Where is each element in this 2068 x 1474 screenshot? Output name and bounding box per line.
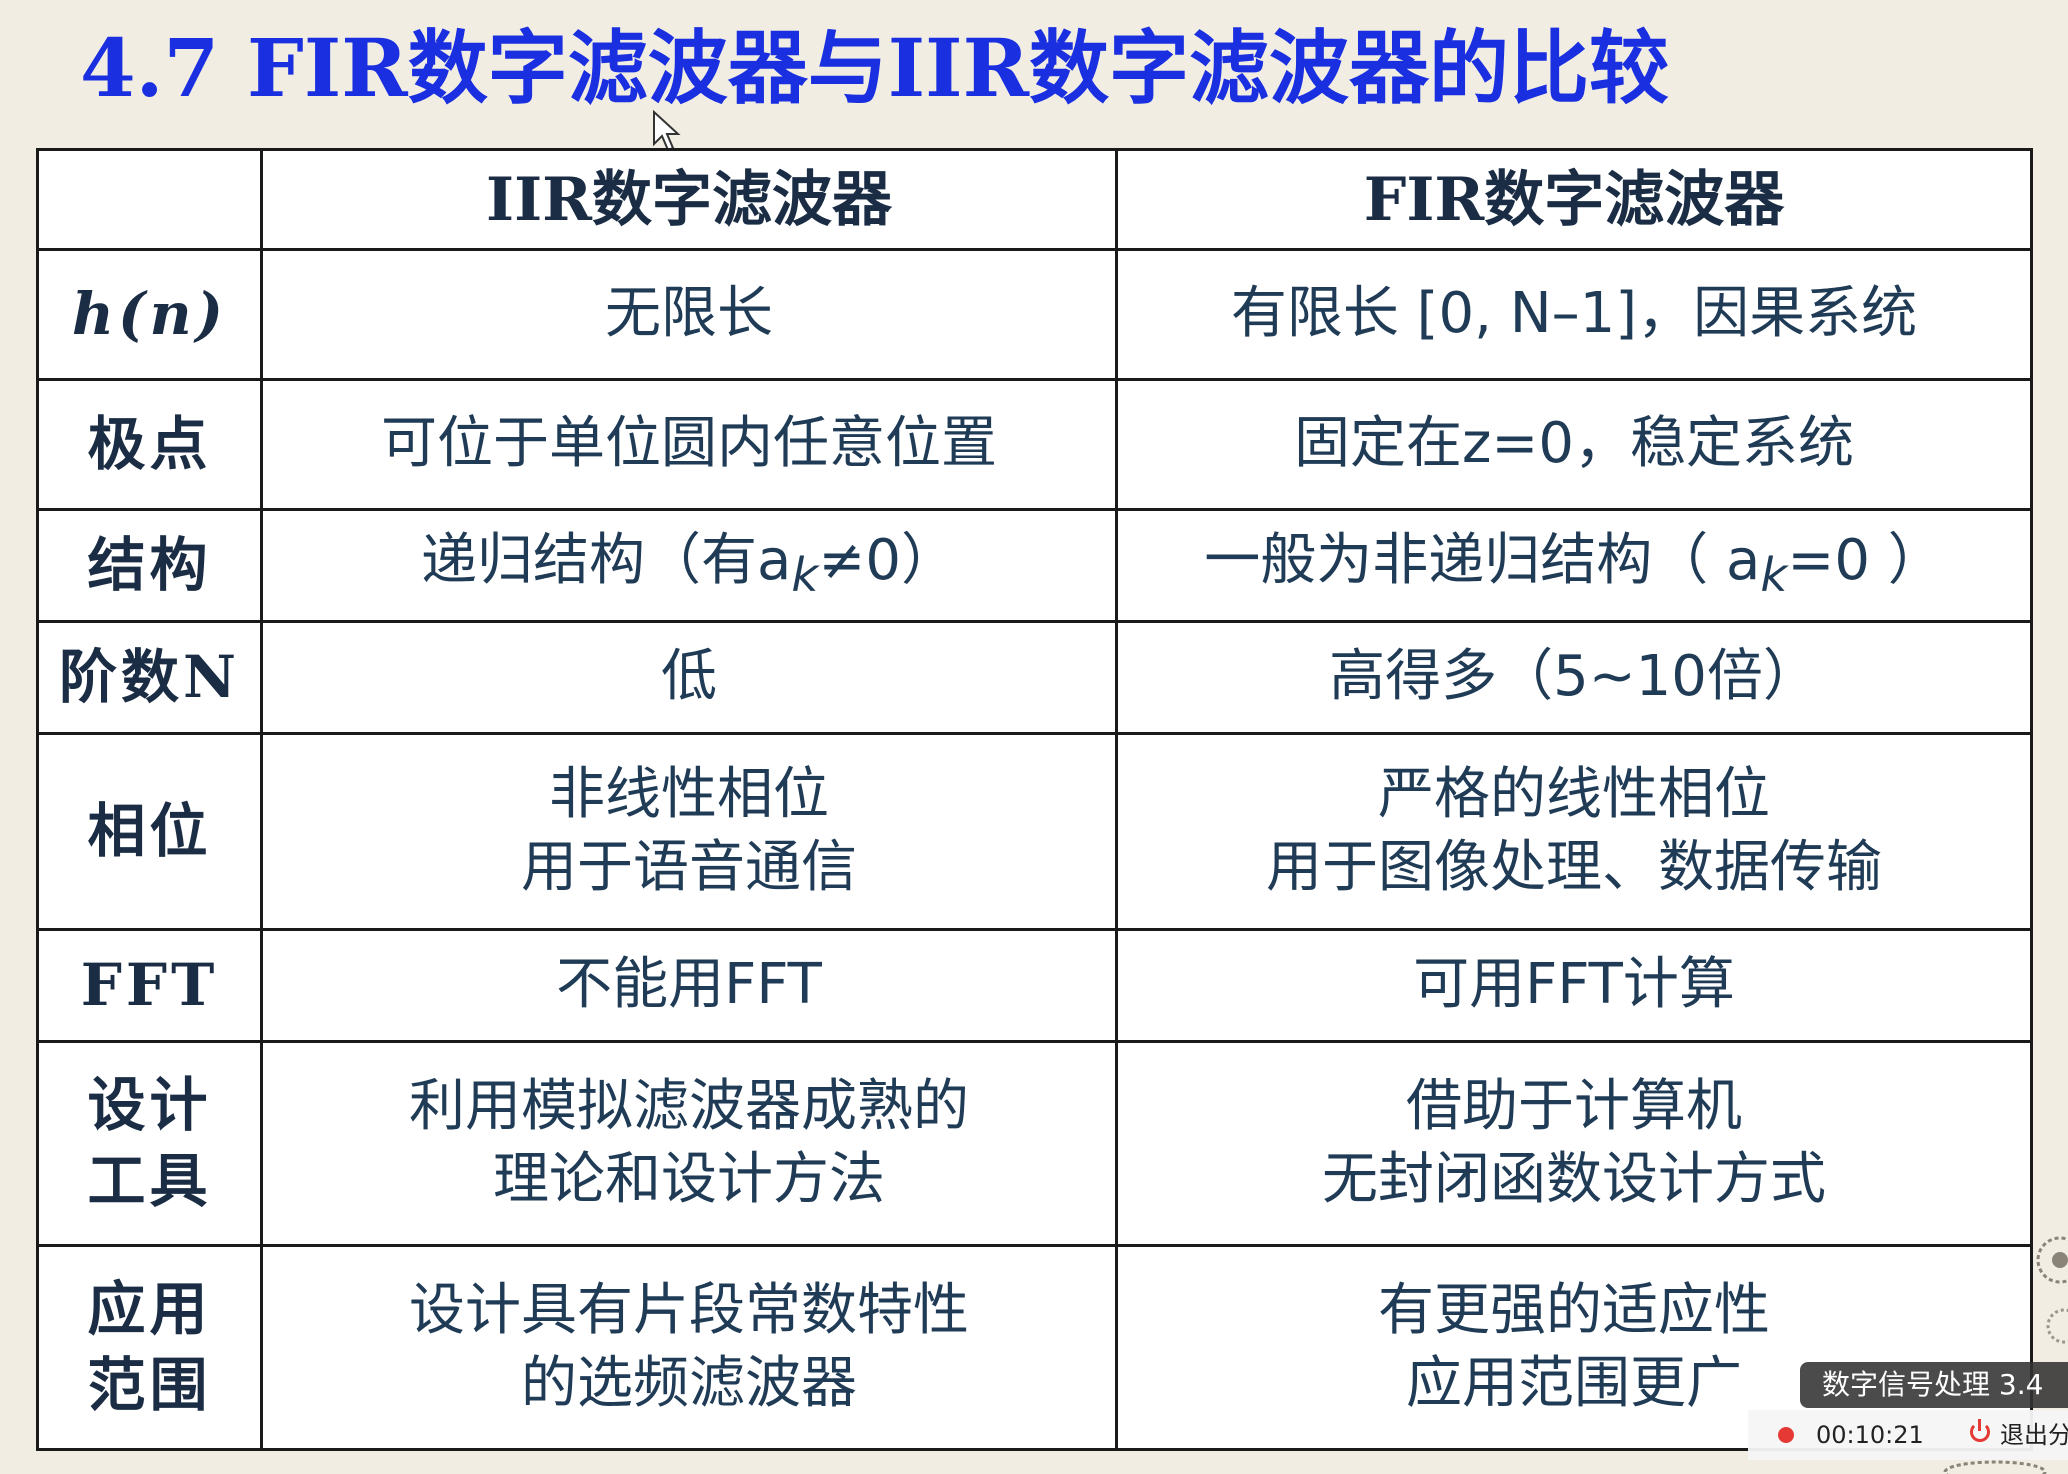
fir-cell: 有限长 [0, N–1]，因果系统 <box>1115 248 2033 381</box>
exit-button[interactable]: 退出分 <box>2000 1410 2068 1460</box>
iir-cell: 非线性相位 用于语音通信 <box>260 732 1118 931</box>
fir-cell-line: 有更强的适应性 <box>1378 1277 1770 1343</box>
iir-cell: 不能用FFT <box>260 928 1118 1043</box>
fir-cell-line: 可用FFT计算 <box>1413 952 1735 1018</box>
iir-cell-line: 理论和设计方法 <box>493 1146 885 1212</box>
fir-cell-line: 借助于计算机 <box>1406 1073 1742 1139</box>
iir-cell-line: 不能用FFT <box>556 952 822 1018</box>
fir-cell-text: =0 ） <box>1787 527 1944 593</box>
iir-cell-line: 的选频滤波器 <box>521 1350 857 1416</box>
power-icon[interactable] <box>1970 1419 1990 1442</box>
row-label-line: 应用 <box>87 1275 212 1344</box>
decorative-flower-icon <box>2036 1236 2068 1344</box>
iir-cell-line: 无限长 <box>605 281 773 347</box>
row-label-line: 极点 <box>87 409 212 478</box>
iir-cell-text: ≠0） <box>818 527 957 593</box>
table-row: 应用 范围 设计具有片段常数特性 的选频滤波器 有更强的适应性 应用范围更广 <box>36 1244 2033 1451</box>
iir-cell-line: 非线性相位 <box>549 761 829 827</box>
row-label-line: 范围 <box>87 1350 212 1419</box>
iir-cell-line: 利用模拟滤波器成熟的 <box>409 1073 969 1139</box>
fir-cell: 高得多（5~10倍） <box>1115 620 2033 735</box>
fir-cell-line: 严格的线性相位 <box>1378 761 1770 827</box>
table-row: 阶数N 低 高得多（5~10倍） <box>36 620 2033 735</box>
table-header-row: IIR数字滤波器 FIR数字滤波器 <box>36 148 2033 251</box>
video-title-overlay: 数字信号处理 3.4 <box>1800 1362 2068 1408</box>
fir-cell-text: 一般为非递归结构（ a <box>1204 527 1761 593</box>
row-label: h(n) <box>36 248 263 381</box>
decorative-flower-bottom-icon <box>1943 1460 2047 1474</box>
row-label-line: 阶数N <box>58 642 241 711</box>
fir-cell: 一般为非递归结构（ ak=0 ） <box>1115 508 2033 623</box>
row-label: 阶数N <box>36 620 263 735</box>
row-label-line: 结构 <box>87 530 212 599</box>
fir-cell: 固定在z=0，稳定系统 <box>1115 378 2033 511</box>
recording-control-bar: 00:10:21 退出分 <box>1748 1410 2068 1460</box>
table-row: 相位 非线性相位 用于语音通信 严格的线性相位 用于图像处理、数据传输 <box>36 732 2033 931</box>
fir-cell: 可用FFT计算 <box>1115 928 2033 1043</box>
fir-cell: 借助于计算机 无封闭函数设计方式 <box>1115 1040 2033 1247</box>
table-row: FFT 不能用FFT 可用FFT计算 <box>36 928 2033 1043</box>
table-row: 极点 可位于单位圆内任意位置 固定在z=0，稳定系统 <box>36 378 2033 511</box>
header-fir: FIR数字滤波器 <box>1115 148 2033 251</box>
subscript-k: k <box>1760 548 1788 603</box>
iir-cell-line: 用于语音通信 <box>521 834 857 900</box>
header-iir: IIR数字滤波器 <box>260 148 1118 251</box>
table-row: 结构 递归结构（有ak≠0） 一般为非递归结构（ ak=0 ） <box>36 508 2033 623</box>
iir-cell: 可位于单位圆内任意位置 <box>260 378 1118 511</box>
row-label-line: h(n) <box>71 279 228 348</box>
iir-cell: 递归结构（有ak≠0） <box>260 508 1118 623</box>
row-label: 结构 <box>36 508 263 623</box>
fir-cell-line: 高得多（5~10倍） <box>1329 644 1819 710</box>
fir-cell-line: 无封闭函数设计方式 <box>1322 1146 1826 1212</box>
recording-timer: 00:10:21 <box>1816 1421 1924 1449</box>
row-label: FFT <box>36 928 263 1043</box>
iir-cell-line: 设计具有片段常数特性 <box>409 1277 969 1343</box>
table-row: 设计 工具 利用模拟滤波器成熟的 理论和设计方法 借助于计算机 无封闭函数设计方… <box>36 1040 2033 1247</box>
row-label-line: 设计 <box>87 1071 212 1140</box>
iir-cell: 无限长 <box>260 248 1118 381</box>
record-indicator-icon <box>1778 1427 1794 1443</box>
row-label-line: FFT <box>80 950 219 1019</box>
row-label: 相位 <box>36 732 263 931</box>
fir-cell-line: 有限长 [0, N–1]，因果系统 <box>1230 281 1918 347</box>
iir-cell-line: 低 <box>661 644 717 710</box>
iir-cell: 设计具有片段常数特性 的选频滤波器 <box>260 1244 1118 1451</box>
row-label: 设计 工具 <box>36 1040 263 1247</box>
iir-cell: 利用模拟滤波器成熟的 理论和设计方法 <box>260 1040 1118 1247</box>
comparison-table: IIR数字滤波器 FIR数字滤波器 h(n) 无限长 有限长 [0, N–1]，… <box>36 148 2033 1451</box>
iir-cell-line: 可位于单位圆内任意位置 <box>381 411 997 477</box>
subscript-k: k <box>791 548 819 603</box>
table-row: h(n) 无限长 有限长 [0, N–1]，因果系统 <box>36 248 2033 381</box>
row-label-line: 工具 <box>87 1146 212 1215</box>
fir-cell: 严格的线性相位 用于图像处理、数据传输 <box>1115 732 2033 931</box>
iir-cell-text: 递归结构（有a <box>421 527 792 593</box>
row-label: 极点 <box>36 378 263 511</box>
iir-cell: 低 <box>260 620 1118 735</box>
fir-cell-line: 用于图像处理、数据传输 <box>1266 834 1882 900</box>
slide-title: 4.7 FIR数字滤波器与IIR数字滤波器的比较 <box>80 21 1670 115</box>
row-label: 应用 范围 <box>36 1244 263 1451</box>
header-corner-cell <box>36 148 263 251</box>
fir-cell-line: 固定在z=0，稳定系统 <box>1294 411 1854 477</box>
row-label-line: 相位 <box>87 796 212 865</box>
